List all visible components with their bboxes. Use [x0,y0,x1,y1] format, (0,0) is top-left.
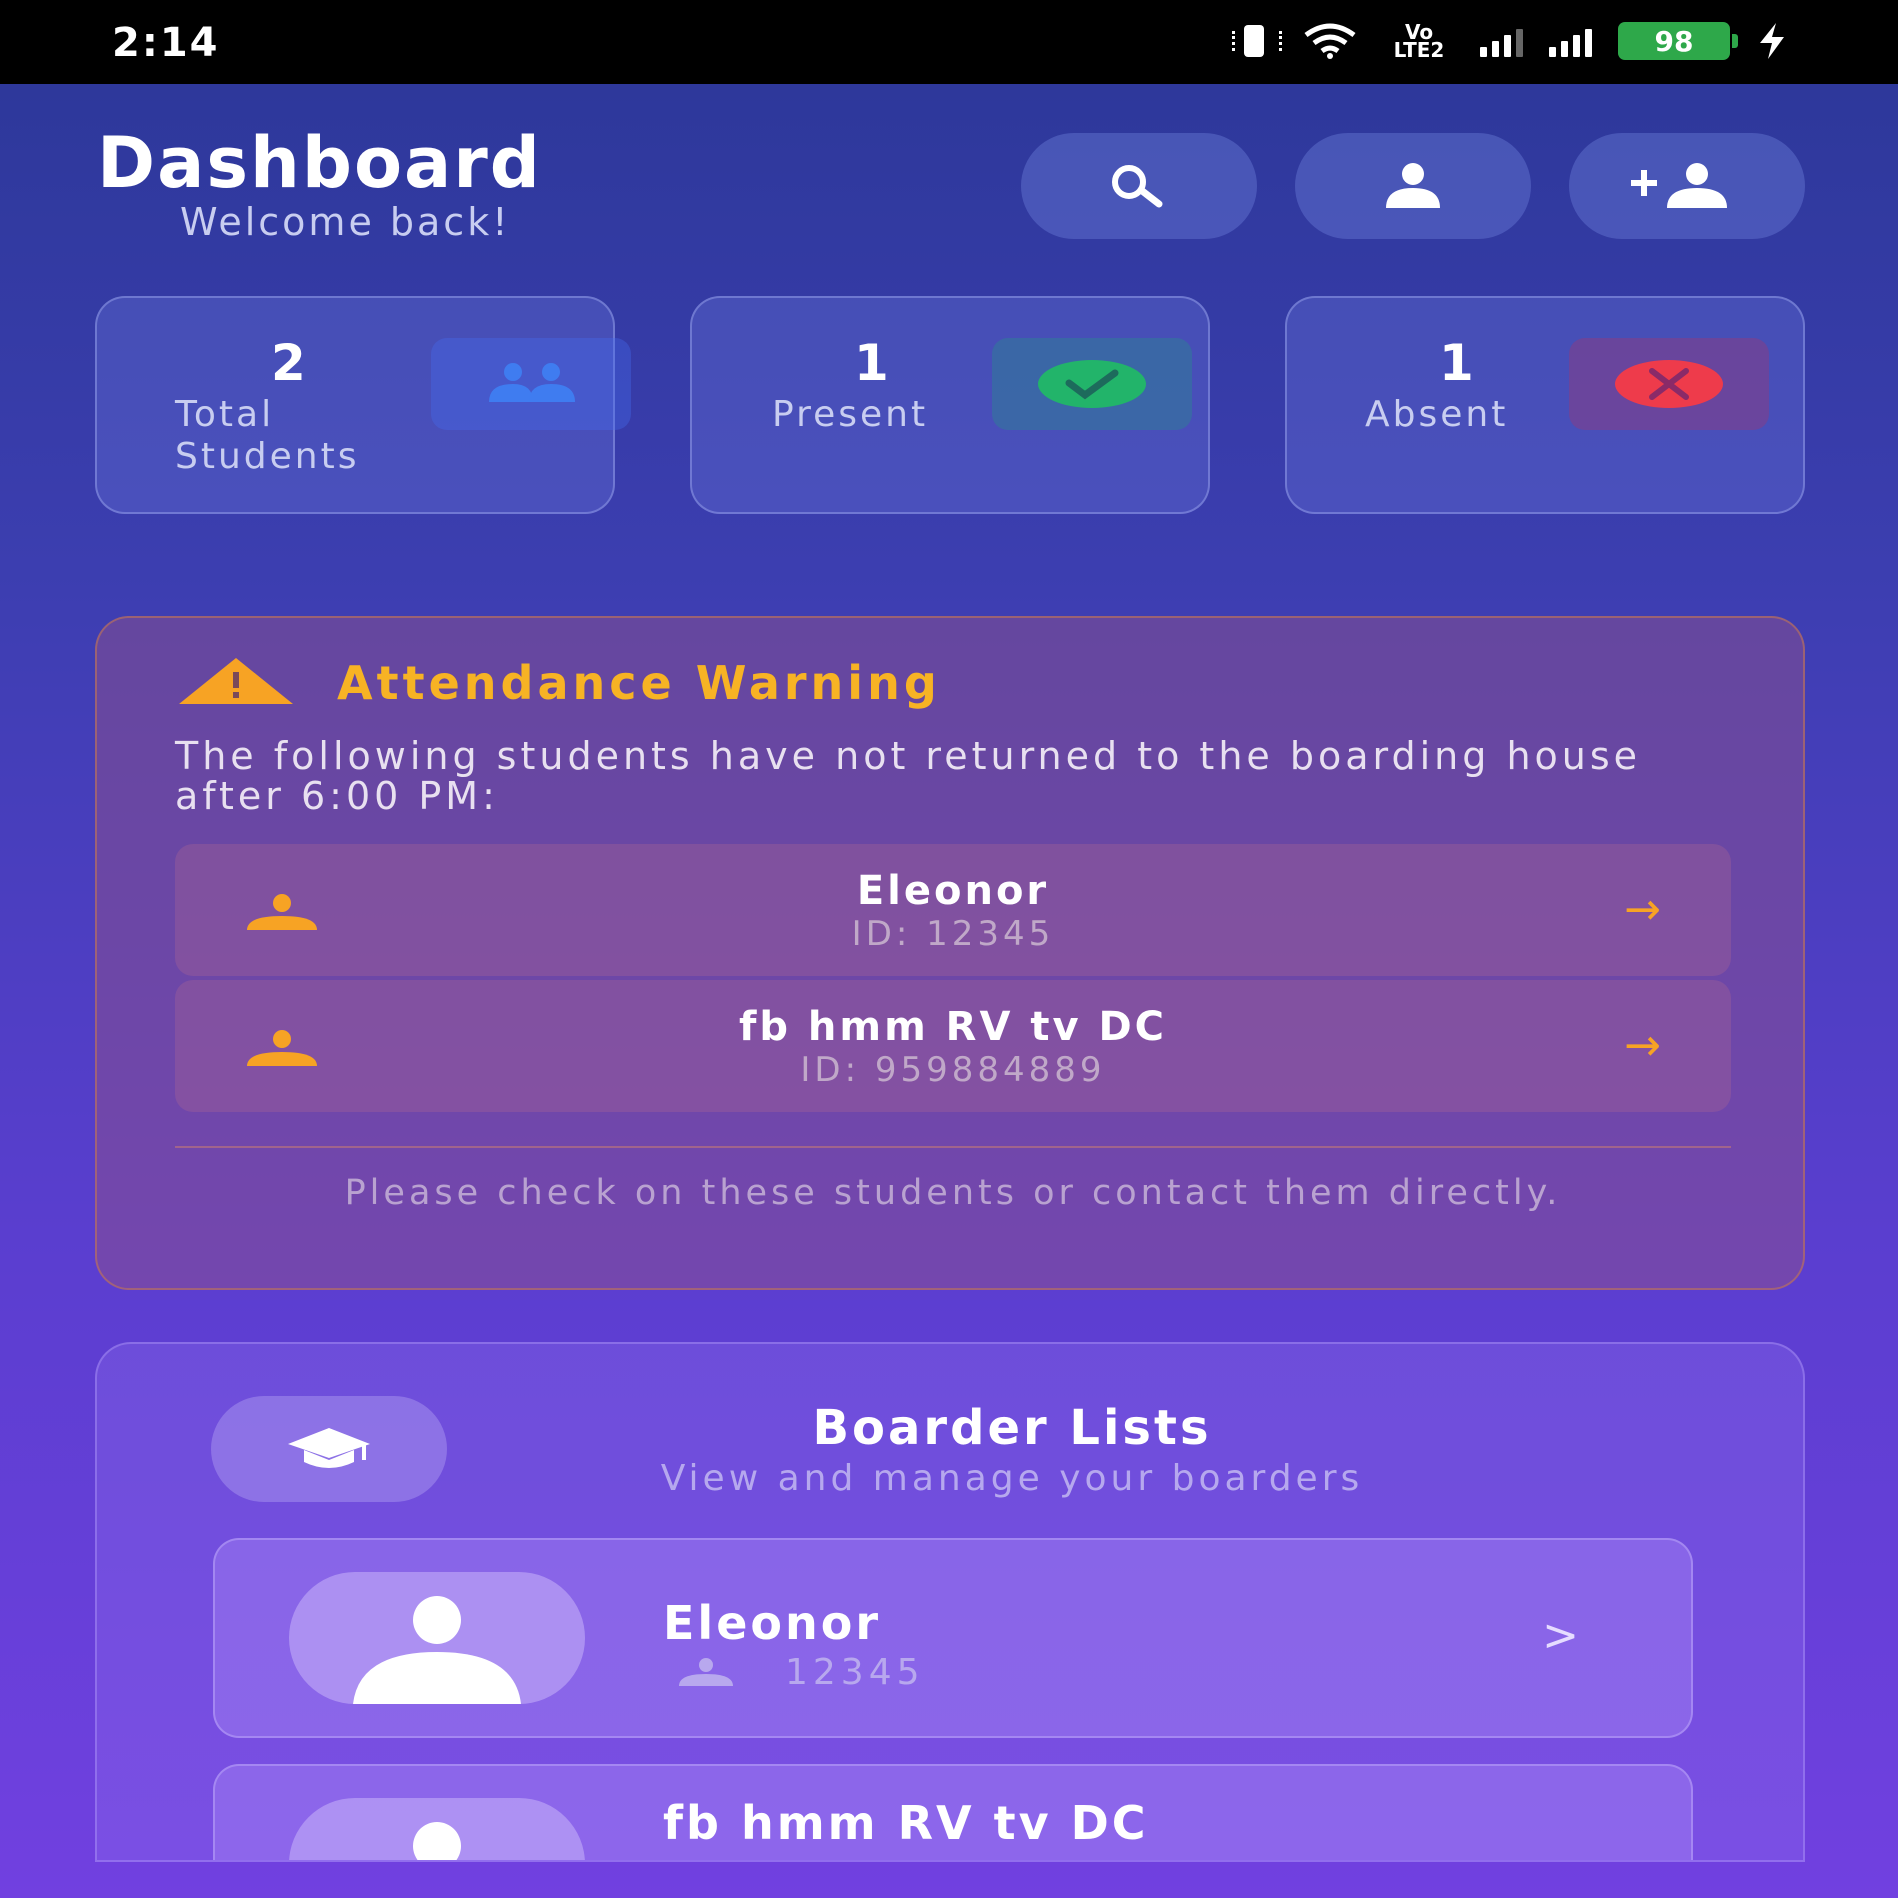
status-icons: Vo LTE2 98 [1232,22,1788,60]
boarder-id: 12345 [785,1652,925,1693]
warning-student-id: ID: 12345 [851,914,1055,954]
warning-student-id: ID: 959884889 [800,1050,1106,1090]
warning-footer: Please check on these students or contac… [344,1173,1562,1213]
avatar-icon [289,1572,585,1704]
vibrate-icon [1232,23,1282,59]
boarder-card[interactable]: Eleonor 12345 > [213,1538,1693,1738]
boarder-lists-subtitle: View and manage your boarders [660,1458,1364,1499]
close-icon [1569,338,1769,430]
battery-indicator: 98 [1618,22,1738,60]
arrow-right-icon: → [1624,1020,1661,1071]
chevron-right-icon: > [1542,1610,1579,1661]
stat-present-value: 1 [854,334,889,392]
warning-student-name: Eleonor [856,868,1050,914]
warning-student-row[interactable]: Eleonor ID: 12345 → [175,844,1731,976]
warning-title: Attendance Warning [337,656,941,710]
wifi-icon [1304,23,1356,59]
stat-absent-value: 1 [1439,334,1474,392]
add-student-button[interactable] [1569,133,1805,239]
warning-student-row[interactable]: fb hmm RV tv DC ID: 959884889 → [175,980,1731,1112]
stat-present-label: Present [772,394,929,435]
search-icon [1112,165,1163,208]
warning-icon [179,658,293,704]
stat-total-label: Total Students [175,394,360,477]
warning-student-name: fb hmm RV tv DC [738,1004,1168,1050]
boarder-name: fb hmm RV tv DC [663,1796,1149,1850]
stat-card-total[interactable]: 2 Total Students [95,296,631,514]
stat-card-absent[interactable]: 1 Absent [1285,296,1805,514]
search-button[interactable] [1021,133,1257,239]
boarder-card[interactable]: fb hmm RV tv DC [213,1764,1693,1860]
boarder-lists-title: Boarder Lists [812,1400,1212,1456]
boarder-name: Eleonor [663,1596,882,1650]
divider [175,1146,1731,1148]
attendance-warning-card: Attendance Warning The following student… [95,616,1805,1290]
add-user-icon [1631,163,1727,208]
status-time: 2:14 [112,20,220,66]
signal-icon-1 [1480,25,1523,57]
id-person-icon [679,1658,733,1686]
avatar-icon [289,1798,585,1860]
network-type: Vo LTE2 [1393,20,1445,62]
charging-icon [1760,23,1784,59]
warning-description: The following students have not returned… [175,734,1642,818]
profile-icon [1386,163,1440,208]
signal-icon-2 [1549,25,1592,57]
check-icon [992,338,1192,430]
users-icon [431,338,631,430]
page-title: Dashboard [97,122,542,204]
page-subtitle: Welcome back! [180,200,511,244]
profile-button[interactable] [1295,133,1531,239]
arrow-right-icon: → [1624,884,1661,935]
stat-total-value: 2 [271,334,306,392]
stat-card-present[interactable]: 1 Present [690,296,1210,514]
stat-absent-label: Absent [1365,394,1509,435]
status-bar: 2:14 Vo LTE2 98 [0,0,1898,84]
boarder-lists-card: Boarder Lists View and manage your board… [95,1342,1805,1862]
